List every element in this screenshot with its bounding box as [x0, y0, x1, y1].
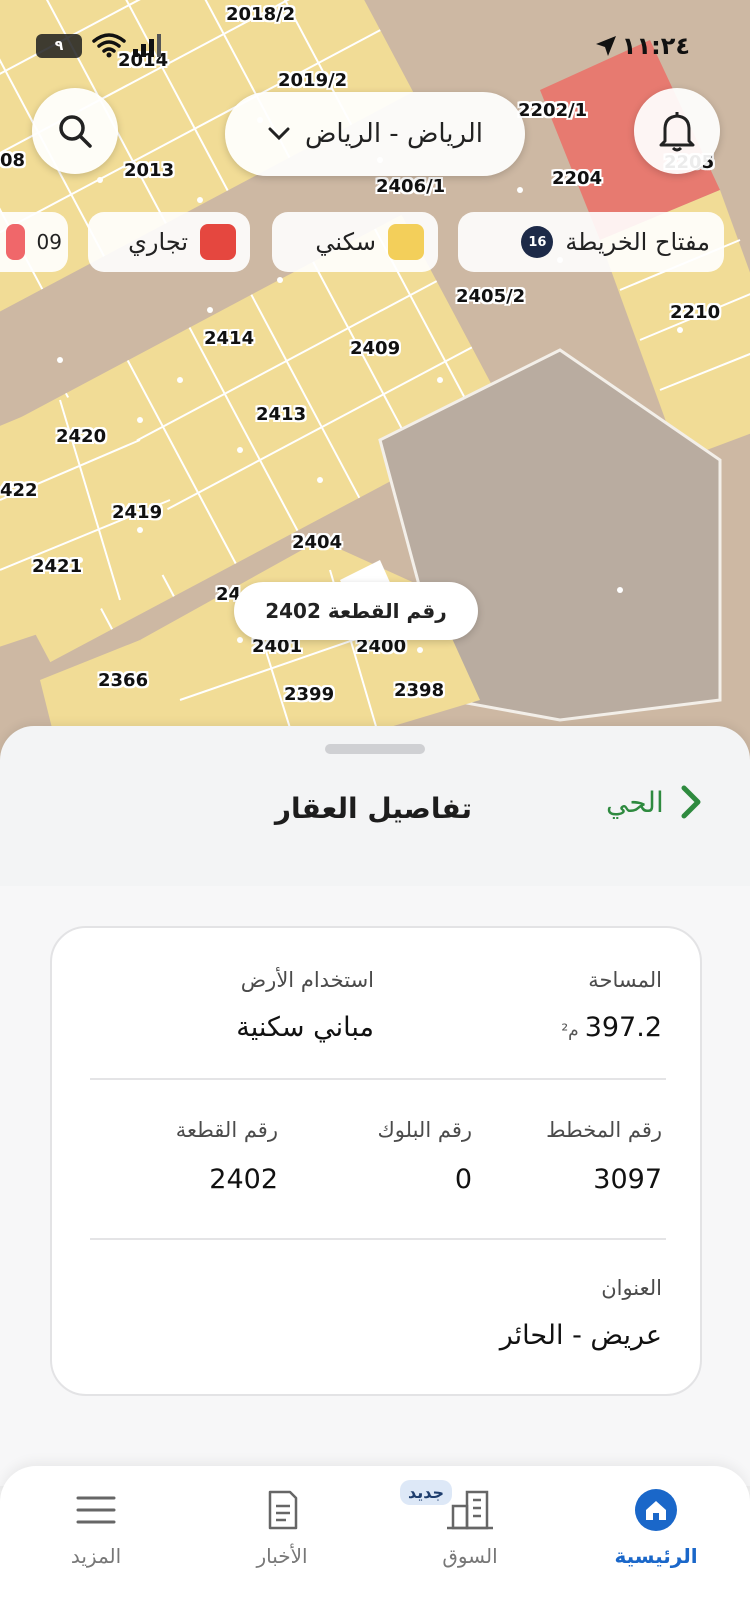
menu-icon	[76, 1496, 116, 1524]
sheet-title: تفاصيل العقار	[274, 792, 472, 825]
legend-commercial-label: تجاري	[128, 228, 188, 256]
tab-home[interactable]: الرئيسية	[586, 1488, 726, 1588]
legend-residential-label: سكني	[315, 228, 376, 256]
plot-label: 2405/2	[456, 286, 526, 307]
plot-label: 2210	[670, 302, 721, 323]
plot-label: 08	[0, 150, 26, 171]
city-selector[interactable]: الرياض - الرياض	[225, 92, 525, 176]
plot-label: 2013	[124, 160, 175, 181]
area-unit: م²	[561, 1021, 579, 1041]
search-button[interactable]	[32, 88, 118, 174]
plot-label: 2409	[350, 338, 401, 359]
address-value: عريض - الحائر	[499, 1320, 662, 1351]
legend-commercial[interactable]: تجاري	[88, 212, 250, 272]
tab-home-label: الرئيسية	[614, 1544, 698, 1568]
plot-label: 2414	[204, 328, 255, 349]
plot-label: 2019/2	[278, 70, 348, 91]
plot-label: 2398	[394, 680, 445, 701]
area-value: 397.2	[584, 1012, 662, 1043]
wifi-icon	[92, 33, 126, 58]
commercial-swatch	[200, 224, 236, 260]
signal-icon	[133, 34, 161, 57]
land-use-value: مباني سكنية	[236, 1012, 374, 1043]
building-icon	[447, 1490, 493, 1530]
status-bar: ٩ ١١:٢٤	[0, 28, 750, 68]
plot-label: 2420	[56, 426, 107, 447]
legend-partial-label: 09	[36, 230, 62, 254]
notifications-button[interactable]	[634, 88, 720, 174]
city-selector-label: الرياض - الرياض	[304, 119, 484, 149]
map-key-count-badge: 16	[521, 226, 554, 258]
battery-icon: ٩	[36, 34, 82, 58]
property-details-sheet: تفاصيل العقار الحي المساحة م² 397.2 استخ…	[0, 726, 750, 1486]
residential-swatch	[388, 224, 424, 260]
plot-label: 2366	[98, 670, 149, 691]
partial-swatch	[6, 224, 25, 260]
area-field: م² 397.2	[561, 1012, 662, 1043]
plot-label: 2202/1	[518, 100, 588, 121]
plan-number-value: 3097	[593, 1164, 662, 1195]
selected-plot-callout[interactable]: رقم القطعة 2402	[234, 582, 478, 640]
plot-label: 2399	[284, 684, 335, 705]
plot-label: 2404	[292, 532, 343, 553]
district-link[interactable]: الحي	[606, 784, 702, 820]
sheet-drag-handle[interactable]	[325, 744, 425, 754]
tab-more[interactable]: المزيد	[26, 1488, 166, 1588]
tab-market-label: السوق	[442, 1544, 498, 1568]
new-badge: جديد	[400, 1480, 453, 1505]
news-document-icon	[268, 1490, 298, 1530]
location-arrow-icon	[596, 36, 616, 56]
map-key-label: مفتاح الخريطة	[565, 228, 710, 256]
legend-residential[interactable]: سكني	[272, 212, 438, 272]
plot-number-label: رقم القطعة	[175, 1118, 278, 1142]
map-key-button[interactable]: مفتاح الخريطة 16	[458, 212, 724, 272]
divider	[90, 1238, 666, 1240]
chevron-right-icon	[681, 785, 701, 819]
block-number-value: 0	[454, 1164, 472, 1195]
area-label: المساحة	[588, 968, 662, 992]
bottom-tab-bar: الرئيسية السوق جديد الأخبار المزيد	[0, 1466, 750, 1624]
plan-number-label: رقم المخطط	[546, 1118, 662, 1142]
bell-icon	[659, 112, 695, 152]
plot-label: 2406/1	[376, 176, 446, 197]
tab-news[interactable]: الأخبار	[212, 1488, 352, 1588]
address-label: العنوان	[601, 1276, 662, 1300]
plot-label: 2421	[32, 556, 83, 577]
plot-number-value: 2402	[209, 1164, 278, 1195]
land-use-label: استخدام الأرض	[240, 968, 374, 992]
tab-more-label: المزيد	[70, 1544, 122, 1568]
plot-label: 2204	[552, 168, 603, 189]
home-icon	[635, 1489, 677, 1531]
district-link-label: الحي	[606, 785, 664, 819]
block-number-label: رقم البلوك	[377, 1118, 472, 1142]
tab-news-label: الأخبار	[256, 1544, 308, 1568]
status-time: ١١:٢٤	[621, 32, 690, 60]
divider	[90, 1078, 666, 1080]
plot-label: 2419	[112, 502, 163, 523]
property-details-card: المساحة م² 397.2 استخدام الأرض مباني سكن…	[50, 926, 702, 1396]
plot-label: 422	[0, 480, 38, 501]
legend-partial[interactable]: 09	[0, 212, 68, 272]
plot-label: 2018/2	[226, 4, 296, 25]
search-icon	[59, 115, 92, 148]
chevron-down-icon	[268, 127, 290, 141]
map-view[interactable]: 2018/2 2014 2019/2 2202/1 08 2013 2406/1…	[0, 0, 750, 760]
plot-label: 2413	[256, 404, 307, 425]
